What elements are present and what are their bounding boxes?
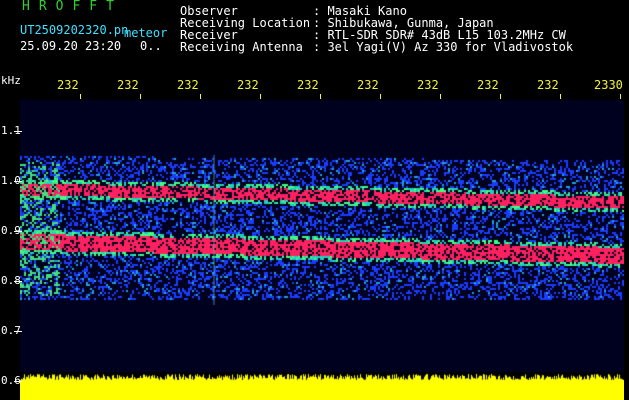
mode-label: meteor bbox=[124, 26, 168, 40]
x-tick-mark bbox=[320, 94, 321, 99]
y-tick-mark bbox=[14, 331, 22, 332]
x-tick-mark bbox=[620, 94, 621, 99]
antenna-label: Receiving Antenna bbox=[180, 40, 303, 54]
x-tick-label: 232 bbox=[57, 78, 79, 92]
y-tick-mark bbox=[14, 181, 22, 182]
y-tick-mark bbox=[14, 131, 22, 132]
y-tick-mark bbox=[14, 281, 22, 282]
flag-label: 0.. bbox=[140, 39, 162, 53]
x-tick-mark bbox=[500, 94, 501, 99]
x-tick-label: 232 bbox=[117, 78, 139, 92]
x-tick-mark bbox=[200, 94, 201, 99]
power-meter-canvas bbox=[20, 372, 624, 400]
file-name: UT2509202320.pn bbox=[20, 23, 129, 37]
y-tick-mark bbox=[14, 381, 22, 382]
x-tick-mark bbox=[140, 94, 141, 99]
x-tick-label: 2330 bbox=[594, 78, 623, 92]
spectrogram-canvas bbox=[20, 100, 624, 372]
x-tick-label: 232 bbox=[357, 78, 379, 92]
x-tick-mark bbox=[440, 94, 441, 99]
x-tick-label: 232 bbox=[237, 78, 259, 92]
antenna-value: : 3el Yagi(V) Az 330 for Vladivostok bbox=[313, 40, 574, 54]
app-title: HROFFT bbox=[22, 0, 123, 14]
x-tick-label: 232 bbox=[477, 78, 499, 92]
datetime-label: 25.09.20 23:20 bbox=[20, 39, 122, 53]
y-axis-unit: kHz bbox=[1, 74, 21, 87]
x-tick-mark bbox=[260, 94, 261, 99]
x-tick-label: 232 bbox=[297, 78, 319, 92]
x-tick-label: 232 bbox=[537, 78, 559, 92]
y-tick-mark bbox=[14, 231, 22, 232]
x-tick-mark bbox=[380, 94, 381, 99]
x-tick-mark bbox=[80, 94, 81, 99]
x-tick-label: 232 bbox=[417, 78, 439, 92]
x-tick-mark bbox=[560, 94, 561, 99]
x-tick-label: 232 bbox=[177, 78, 199, 92]
